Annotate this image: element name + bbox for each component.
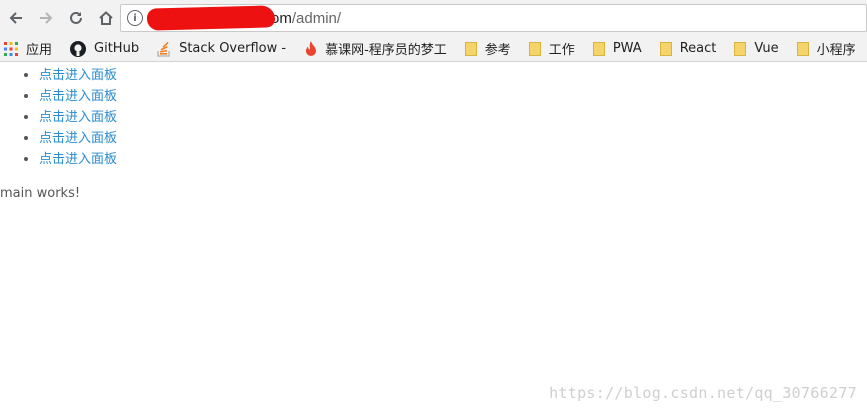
- address-bar[interactable]: i om /admin/: [120, 4, 867, 32]
- url-path: /admin/: [291, 9, 342, 27]
- info-icon[interactable]: i: [127, 10, 143, 26]
- list-item: 点击进入面板: [39, 64, 117, 85]
- url-host: om: [146, 4, 292, 31]
- bookmark-apps[interactable]: 应用: [0, 38, 56, 60]
- bookmark-label: GitHub: [94, 41, 140, 56]
- folder-icon: [659, 41, 672, 56]
- folder-icon: [464, 41, 477, 56]
- page-content: 点击进入面板 点击进入面板 点击进入面板 点击进入面板 点击进入面板 main …: [0, 62, 867, 410]
- flame-icon: [306, 40, 317, 56]
- bookmark-label: Vue: [754, 41, 779, 56]
- url-redaction: [146, 4, 276, 31]
- watermark: https://blog.csdn.net/qq_30766277: [549, 384, 857, 402]
- bookmark-folder-pwa[interactable]: PWA: [589, 38, 646, 60]
- reload-button[interactable]: [62, 4, 90, 32]
- back-button[interactable]: [2, 4, 30, 32]
- arrow-right-icon: [40, 12, 53, 24]
- bookmark-folder-miniprogram[interactable]: 小程序: [793, 38, 860, 60]
- bookmark-folder-react[interactable]: React: [656, 38, 721, 60]
- list-item: 点击进入面板: [39, 106, 117, 127]
- folder-icon: [734, 41, 747, 56]
- panel-link[interactable]: 点击进入面板: [39, 152, 117, 167]
- bookmark-label: 工作: [548, 43, 575, 58]
- bookmark-label: PWA: [612, 41, 642, 56]
- bookmark-folder-work[interactable]: 工作: [525, 38, 579, 60]
- browser-toolbar: i om /admin/: [0, 0, 867, 36]
- list-item: 点击进入面板: [39, 127, 117, 148]
- forward-button[interactable]: [32, 4, 60, 32]
- bookmarks-bar: 应用 GitHub Stack Overflow - W 慕课网-程序员的梦工 …: [0, 36, 867, 62]
- bookmark-label: 慕课网-程序员的梦工: [325, 43, 447, 58]
- bookmark-label: 应用: [26, 43, 53, 58]
- bookmark-folder-vue[interactable]: Vue: [730, 38, 782, 60]
- bookmark-imooc[interactable]: 慕课网-程序员的梦工: [301, 38, 451, 60]
- reload-icon: [70, 11, 82, 24]
- folder-icon: [528, 41, 541, 56]
- panel-link[interactable]: 点击进入面板: [39, 110, 117, 125]
- home-icon: [99, 11, 113, 25]
- list-item: 点击进入面板: [39, 148, 117, 169]
- panel-link[interactable]: 点击进入面板: [39, 89, 117, 104]
- bookmark-stackoverflow[interactable]: Stack Overflow - W: [153, 38, 291, 60]
- list-item: 点击进入面板: [39, 85, 117, 106]
- bookmark-label: 小程序: [816, 43, 856, 58]
- main-works-text: main works!: [0, 186, 81, 201]
- arrow-left-icon: [9, 12, 22, 24]
- folder-icon: [796, 41, 809, 56]
- home-button[interactable]: [92, 4, 120, 32]
- bookmark-label: Stack Overflow - W: [179, 41, 287, 56]
- github-icon: [70, 40, 87, 57]
- apps-grid-icon: [4, 41, 18, 56]
- folder-icon: [592, 41, 605, 56]
- bookmark-github[interactable]: GitHub: [66, 38, 143, 60]
- bookmark-label: React: [679, 41, 717, 56]
- stackoverflow-icon: [157, 41, 170, 57]
- panel-link[interactable]: 点击进入面板: [39, 131, 117, 146]
- panel-link-list: 点击进入面板 点击进入面板 点击进入面板 点击进入面板 点击进入面板: [39, 64, 117, 169]
- bookmark-folder-reference[interactable]: 参考: [461, 38, 515, 60]
- panel-link[interactable]: 点击进入面板: [39, 68, 117, 83]
- bookmark-label: 参考: [484, 43, 511, 58]
